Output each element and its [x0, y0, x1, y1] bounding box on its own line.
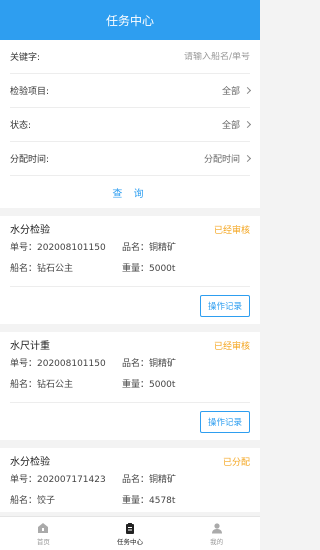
task-status: 已经审核: [213, 342, 250, 352]
operation-log-button[interactable]: 操作记录: [199, 294, 250, 317]
status-row[interactable]: 状态: 全部: [10, 108, 252, 142]
chevron-right-icon: [243, 120, 252, 129]
home-icon: [38, 522, 49, 533]
user-icon: [211, 522, 222, 533]
task-card[interactable]: 水分检验 已分配 单号：202007171423 品名：铜精矿 船名：饺子 重量…: [0, 448, 260, 512]
tab-home[interactable]: 首页: [0, 517, 87, 550]
bottom-tab-bar: 首页 任务中心 我的: [0, 516, 260, 550]
tab-mine[interactable]: 我的: [173, 517, 260, 550]
operation-log-button[interactable]: 操作记录: [199, 410, 250, 433]
ship-name: 船名：钻石公主: [10, 264, 74, 274]
tab-tasks-label: 任务中心: [117, 537, 143, 546]
task-status: 已经审核: [213, 226, 250, 236]
keyword-input[interactable]: [140, 51, 250, 62]
task-title: 水尺计重: [10, 341, 50, 352]
clipboard-icon: [126, 522, 134, 534]
order-number: 单号：202007171423: [10, 475, 106, 485]
page-title: 任务中心: [105, 13, 154, 28]
order-number: 单号：202008101150: [10, 359, 106, 369]
tab-mine-label: 我的: [210, 537, 224, 546]
status-label: 状态:: [10, 121, 32, 131]
task-list: 水分检验 已经审核 单号：202008101150 品名：铜精矿 船名：钻石公主…: [0, 216, 260, 512]
app-header: 任务中心: [0, 0, 260, 40]
order-number: 单号：202008101150: [10, 243, 106, 253]
task-title: 水分检验: [10, 225, 50, 236]
product-name: 品名：铜精矿: [122, 475, 177, 485]
tab-tasks[interactable]: 任务中心: [87, 517, 174, 550]
task-status: 已分配: [222, 458, 250, 468]
weight: 重量：5000t: [122, 380, 176, 390]
chevron-right-icon: [243, 86, 252, 95]
product-name: 品名：铜精矿: [122, 359, 177, 369]
task-card[interactable]: 水分检验 已经审核 单号：202008101150 品名：铜精矿 船名：钻石公主…: [0, 216, 260, 324]
status-value: 全部: [221, 121, 240, 131]
keyword-row: 关键字:: [10, 40, 250, 74]
assign-time-label: 分配时间:: [10, 155, 50, 165]
assign-time-value: 分配时间: [203, 155, 240, 165]
assign-time-row[interactable]: 分配时间: 分配时间: [10, 142, 252, 176]
inspection-item-value: 全部: [221, 87, 240, 97]
inspection-item-label: 检验项目:: [10, 87, 50, 97]
task-card[interactable]: 水尺计重 已经审核 单号：202008101150 品名：铜精矿 船名：钻石公主…: [0, 332, 260, 440]
weight: 重量：4578t: [122, 496, 176, 506]
task-title: 水分检验: [10, 457, 50, 468]
chevron-right-icon: [243, 154, 252, 163]
query-button[interactable]: 查 询: [10, 176, 250, 208]
inspection-item-row[interactable]: 检验项目: 全部: [10, 74, 252, 108]
filter-panel: 关键字: 检验项目: 全部 状态: 全部 分配时间: 分配时间 查 询: [0, 40, 260, 208]
ship-name: 船名：饺子: [10, 496, 56, 506]
tab-home-label: 首页: [36, 537, 50, 546]
weight: 重量：5000t: [122, 264, 176, 274]
ship-name: 船名：钻石公主: [10, 380, 74, 390]
keyword-label: 关键字:: [10, 53, 41, 63]
product-name: 品名：铜精矿: [122, 243, 177, 253]
